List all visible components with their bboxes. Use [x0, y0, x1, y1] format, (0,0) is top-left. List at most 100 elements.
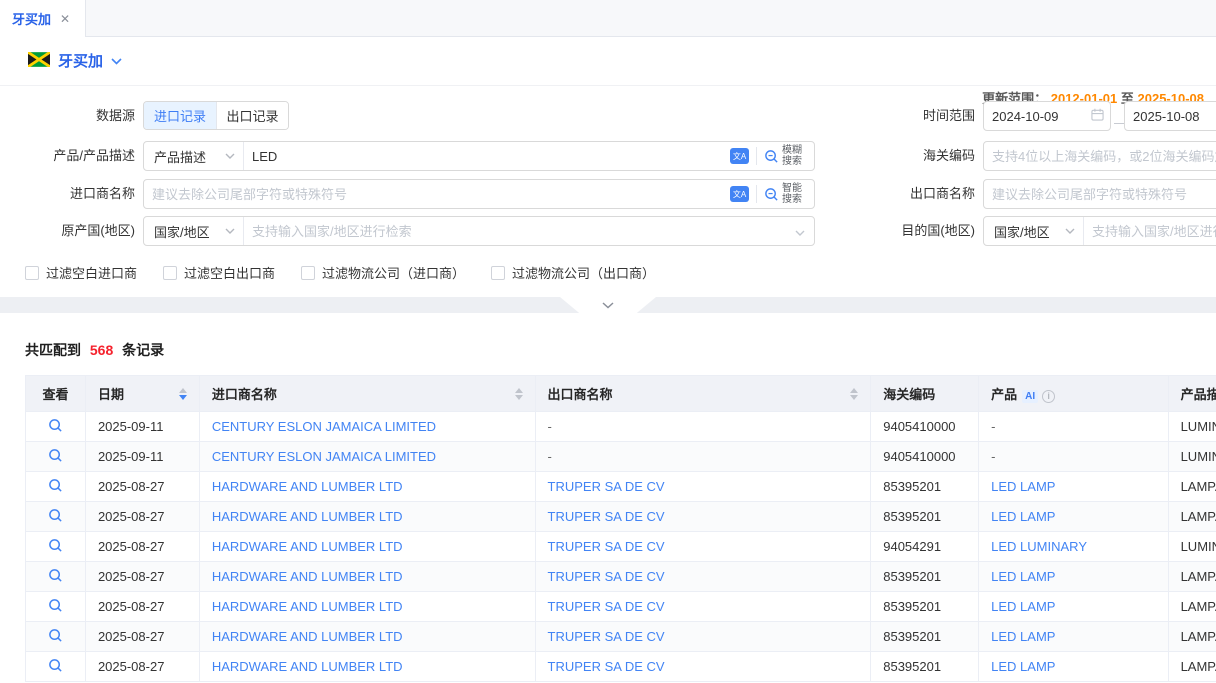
header-date[interactable]: 日期 [85, 376, 199, 412]
hs-code-cell: 85395201 [871, 592, 979, 622]
product-link[interactable]: LED LAMP [991, 629, 1055, 644]
end-date-input[interactable] [1125, 103, 1216, 129]
export-records-button[interactable]: 出口记录 [216, 102, 288, 129]
origin-country-input[interactable] [244, 218, 795, 244]
translate-icon[interactable]: 文A [730, 148, 749, 164]
sort-icon-exporter[interactable] [850, 388, 858, 400]
row-search-icon[interactable] [48, 628, 63, 643]
row-search-icon[interactable] [48, 478, 63, 493]
info-icon[interactable]: i [1042, 390, 1055, 403]
sort-icon-date[interactable] [179, 388, 187, 400]
product-link[interactable]: LED LAMP [991, 479, 1055, 494]
end-date-field[interactable] [1124, 101, 1216, 131]
data-source-label: 数据源 [0, 101, 135, 131]
exporter-link[interactable]: TRUPER SA DE CV [548, 479, 665, 494]
hs-code-input[interactable] [984, 143, 1216, 169]
importer-link[interactable]: HARDWARE AND LUMBER LTD [212, 509, 403, 524]
importer-link[interactable]: HARDWARE AND LUMBER LTD [212, 479, 403, 494]
view-cell[interactable] [26, 652, 86, 682]
importer-input[interactable] [144, 181, 722, 207]
product-cell: - [979, 412, 1168, 442]
product-link[interactable]: LED LAMP [991, 569, 1055, 584]
sort-icon-importer[interactable] [515, 388, 523, 400]
checkbox-box[interactable] [25, 266, 39, 280]
hs-code-cell: 85395201 [871, 622, 979, 652]
table-row: 2025-09-11CENTURY ESLON JAMAICA LIMITED-… [26, 412, 1216, 442]
exporter-input[interactable] [984, 181, 1216, 207]
origin-country-select[interactable]: 国家/地区 [144, 217, 244, 245]
importer-link[interactable]: CENTURY ESLON JAMAICA LIMITED [212, 419, 436, 434]
view-cell[interactable] [26, 442, 86, 472]
row-search-icon[interactable] [48, 658, 63, 673]
exporter-link[interactable]: TRUPER SA DE CV [548, 539, 665, 554]
view-cell[interactable] [26, 502, 86, 532]
desc-cell: LUMINARIO LED [1168, 532, 1216, 562]
row-search-icon[interactable] [48, 508, 63, 523]
product-link[interactable]: LED LAMP [991, 599, 1055, 614]
row-search-icon[interactable] [48, 568, 63, 583]
row-search-icon[interactable] [48, 418, 63, 433]
view-cell[interactable] [26, 532, 86, 562]
dest-country-input[interactable] [1084, 218, 1216, 244]
exporter-link[interactable]: TRUPER SA DE CV [548, 629, 665, 644]
translate-icon[interactable]: 文A [730, 186, 749, 202]
importer-link[interactable]: HARDWARE AND LUMBER LTD [212, 599, 403, 614]
importer-link[interactable]: HARDWARE AND LUMBER LTD [212, 569, 403, 584]
exporter-field[interactable] [983, 179, 1216, 209]
product-type-select[interactable]: 产品描述 [144, 142, 244, 170]
importer-link[interactable]: HARDWARE AND LUMBER LTD [212, 539, 403, 554]
exporter-cell: - [535, 442, 871, 472]
result-count: 共匹配到 568 条记录 [25, 340, 164, 360]
product-link[interactable]: LED LAMP [991, 659, 1055, 674]
dest-country-select[interactable]: 国家/地区 [984, 217, 1084, 245]
exporter-cell: TRUPER SA DE CV [535, 592, 871, 622]
tab-close-icon[interactable]: ✕ [60, 12, 70, 26]
exporter-link[interactable]: TRUPER SA DE CV [548, 569, 665, 584]
view-cell[interactable] [26, 412, 86, 442]
hs-code-label: 海关编码 [790, 141, 975, 171]
collapse-panel-button[interactable] [560, 297, 656, 313]
origin-country-group: 国家/地区 [143, 216, 815, 246]
view-cell[interactable] [26, 472, 86, 502]
jamaica-flag-icon [28, 52, 50, 70]
importer-link[interactable]: CENTURY ESLON JAMAICA LIMITED [212, 449, 436, 464]
import-records-button[interactable]: 进口记录 [144, 102, 216, 129]
checkbox-filter-logistics-importer[interactable]: 过滤物流公司（进口商） [301, 263, 465, 282]
table-row: 2025-08-27 HARDWARE AND LUMBER LTD TRUPER … [26, 532, 1216, 562]
checkbox-filter-logistics-exporter[interactable]: 过滤物流公司（出口商） [491, 263, 655, 282]
table-row: 2025-08-27HARDWARE AND LUMBER LTDTRUPER … [26, 622, 1216, 652]
exporter-link[interactable]: TRUPER SA DE CV [548, 659, 665, 674]
row-search-icon[interactable] [48, 448, 63, 463]
row-search-icon[interactable] [48, 538, 63, 553]
importer-cell: CENTURY ESLON JAMAICA LIMITED [199, 412, 535, 442]
product-cell: LED LAMP [979, 502, 1168, 532]
importer-link[interactable]: HARDWARE AND LUMBER LTD [212, 659, 403, 674]
data-source-segmented: 进口记录 出口记录 [143, 101, 289, 130]
importer-link[interactable]: HARDWARE AND LUMBER LTD [212, 629, 403, 644]
exporter-link[interactable]: TRUPER SA DE CV [548, 509, 665, 524]
product-link[interactable]: LED LAMP [991, 509, 1055, 524]
header-exporter[interactable]: 出口商名称 [535, 376, 871, 412]
exporter-link[interactable]: TRUPER SA DE CV [548, 599, 665, 614]
importer-cell: HARDWARE AND LUMBER LTD [199, 472, 535, 502]
checkbox-box[interactable] [491, 266, 505, 280]
tab-jamaica[interactable]: 牙买加 ✕ [0, 0, 86, 37]
checkbox-box[interactable] [163, 266, 177, 280]
view-cell[interactable] [26, 622, 86, 652]
view-cell[interactable] [26, 592, 86, 622]
row-search-icon[interactable] [48, 598, 63, 613]
date-cell: 2025-08-27 [85, 532, 199, 562]
header-importer[interactable]: 进口商名称 [199, 376, 535, 412]
start-date-input[interactable] [984, 103, 1091, 129]
ai-badge: AI [1022, 390, 1038, 403]
product-link[interactable]: LED LUMINARY [991, 539, 1087, 554]
checkbox-box[interactable] [301, 266, 315, 280]
product-search-input[interactable] [244, 143, 722, 169]
checkbox-filter-blank-exporter[interactable]: 过滤空白出口商 [163, 263, 275, 282]
checkbox-filter-blank-importer[interactable]: 过滤空白进口商 [25, 263, 137, 282]
hs-code-field[interactable] [983, 141, 1216, 171]
header-description: 产品描述 [1168, 376, 1216, 412]
view-cell[interactable] [26, 562, 86, 592]
start-date-field[interactable] [983, 101, 1111, 131]
country-dropdown-icon[interactable] [111, 53, 122, 68]
